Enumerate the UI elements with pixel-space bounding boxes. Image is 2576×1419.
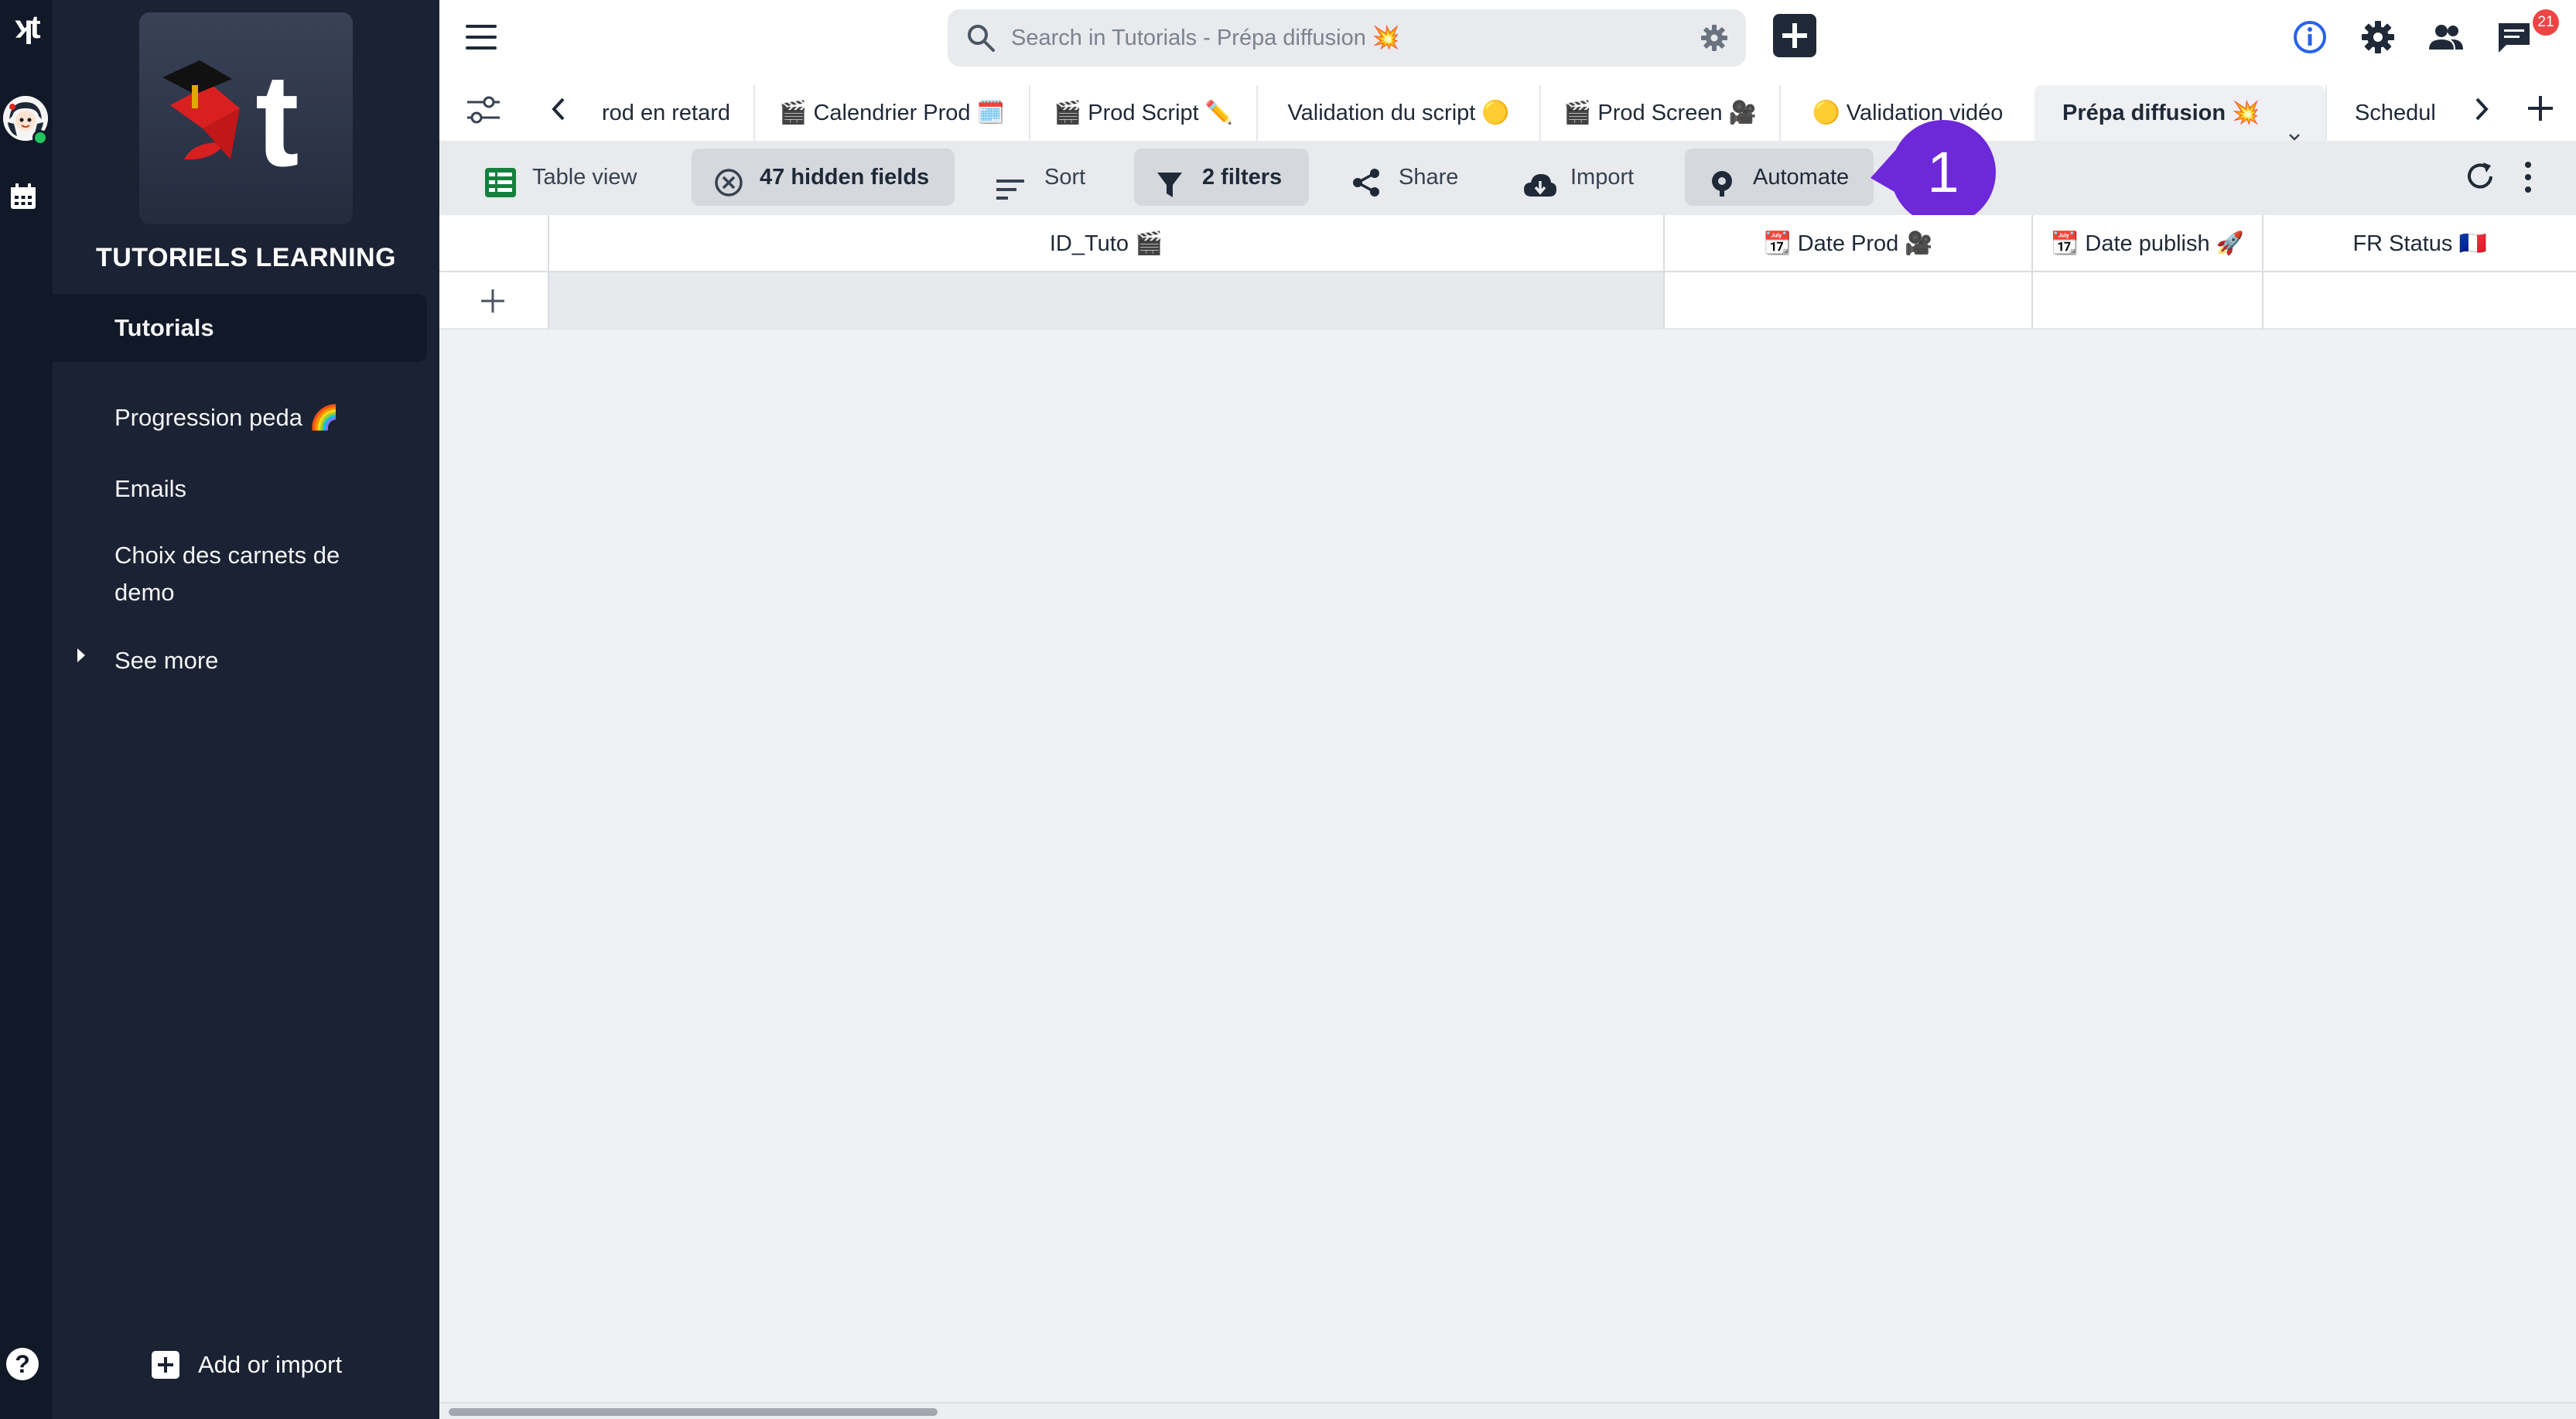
column-divider [2262, 272, 2263, 330]
grid-header-row: ID_Tuto 🎬 📆 Date Prod 🎥 📆 Date publish 🚀… [439, 215, 2576, 272]
tab-prod-script[interactable]: 🎬 Prod Script ✏️ [1029, 85, 1256, 141]
settings-gear-icon[interactable] [2359, 19, 2397, 56]
chevron-down-icon[interactable] [2288, 108, 2301, 141]
search-icon [966, 23, 996, 53]
sidebar-item-emails[interactable]: Emails [53, 470, 427, 508]
sidebar-see-more[interactable]: See more [53, 642, 427, 679]
share-button[interactable]: Share [1351, 149, 1474, 206]
column-divider [1663, 272, 1665, 330]
svg-text:t: t [255, 47, 299, 194]
tabs-scroll-area: rod en retard 🎬 Calendrier Prod 🗓️ 🎬 Pro… [602, 85, 2458, 141]
tab-validation-du-script[interactable]: Validation du script 🟡 [1256, 85, 1539, 141]
notification-badge: 21 [2533, 9, 2559, 36]
views-tab-bar: rod en retard 🎬 Calendrier Prod 🗓️ 🎬 Pro… [439, 76, 2576, 141]
hidden-fields-button[interactable]: 47 hidden fields [692, 149, 955, 206]
table-cell[interactable] [549, 272, 1663, 328]
filter-icon [1156, 164, 1184, 197]
refresh-icon[interactable] [2463, 159, 2497, 193]
horizontal-scrollbar[interactable] [439, 1402, 2576, 1419]
search-box[interactable] [948, 9, 1746, 67]
menu-icon[interactable] [464, 23, 498, 51]
plus-square-icon [152, 1351, 179, 1379]
new-row [439, 272, 2576, 330]
tab-label: 🎬 Calendrier Prod 🗓️ [779, 101, 1005, 125]
more-vertical-icon[interactable] [2523, 161, 2533, 193]
cloud-download-icon [1522, 164, 1558, 197]
tab-label: 🎬 Prod Script ✏️ [1054, 101, 1233, 125]
tab-prod-screen[interactable]: 🎬 Prod Screen 🎥 [1539, 85, 1779, 141]
share-icon [1351, 162, 1382, 197]
tab-label: Prépa diffusion 💥 [2062, 101, 2260, 125]
table-grid-icon [484, 162, 517, 197]
icon-rail: ʞt ? [0, 0, 53, 1419]
sidebar-item-progression-peda[interactable]: Progression peda 🌈 [53, 399, 427, 436]
sidebar-item-choix-des-carnets[interactable]: Choix des carnets de demo [53, 537, 378, 611]
tab-label: 🎬 Prod Screen 🎥 [1563, 101, 1757, 125]
robot-gear-icon [1707, 162, 1737, 197]
tab-prod-en-retard[interactable]: rod en retard [602, 85, 753, 141]
automate-label: Automate [1753, 165, 1850, 190]
sort-label: Sort [1044, 165, 1086, 190]
scrollbar-thumb[interactable] [449, 1408, 938, 1416]
import-button[interactable]: Import [1522, 149, 1654, 206]
users-icon[interactable] [2427, 19, 2465, 56]
sort-icon [995, 166, 1026, 200]
online-status-dot [32, 130, 48, 145]
calendar-icon[interactable] [8, 181, 39, 212]
share-label: Share [1399, 165, 1459, 190]
chat-icon[interactable] [2496, 19, 2533, 56]
circle-x-icon [713, 162, 744, 197]
table-view-label: Table view [532, 165, 637, 190]
help-icon[interactable]: ? [6, 1348, 39, 1380]
column-divider [2031, 272, 2033, 330]
add-or-import-button[interactable]: Add or import [152, 1348, 342, 1382]
column-header-date-publish[interactable]: 📆 Date publish 🚀 [2033, 215, 2262, 272]
add-or-import-label: Add or import [198, 1351, 343, 1378]
step-marker: 1 [1869, 118, 1999, 227]
table-view-button[interactable]: Table view [484, 149, 654, 206]
tab-label: Schedul [2355, 101, 2436, 125]
filters-button[interactable]: 2 filters [1134, 149, 1309, 206]
step-marker-number: 1 [1927, 140, 1959, 204]
tab-prepa-diffusion[interactable]: Prépa diffusion 💥 [2034, 85, 2325, 141]
top-bar: 21 [439, 0, 2576, 76]
workspace-name: TUTORIELS LEARNING [95, 243, 397, 272]
filters-label: 2 filters [1202, 165, 1283, 190]
view-toolbar: Table view 47 hidden fields Sort 2 filte… [439, 141, 2576, 215]
new-item-button[interactable] [1773, 14, 1816, 57]
workspace-logo: t [139, 12, 353, 224]
chevron-left-icon[interactable] [549, 96, 569, 122]
add-view-plus-icon[interactable] [2525, 93, 2556, 124]
tab-schedule[interactable]: Schedul [2325, 85, 2458, 141]
sliders-icon[interactable] [466, 93, 501, 127]
column-header-id-tuto[interactable]: ID_Tuto 🎬 [549, 215, 1663, 272]
chevron-right-icon[interactable] [2471, 96, 2491, 122]
tab-label: Validation du script 🟡 [1287, 101, 1510, 125]
automate-button[interactable]: Automate [1685, 149, 1874, 206]
hidden-fields-label: 47 hidden fields [760, 165, 930, 190]
app-logo[interactable]: ʞt [0, 8, 53, 46]
search-input[interactable] [1010, 20, 1675, 56]
tab-calendrier-prod[interactable]: 🎬 Calendrier Prod 🗓️ [753, 85, 1029, 141]
import-label: Import [1570, 165, 1635, 190]
sidebar-item-tutorials[interactable]: Tutorials [53, 294, 427, 362]
sidebar: t TUTORIELS LEARNING Tutorials Progressi… [53, 0, 439, 1419]
column-header-date-prod[interactable]: 📆 Date Prod 🎥 [1665, 215, 2031, 272]
column-header-fr-status[interactable]: FR Status 🇫🇷 [2263, 215, 2576, 272]
add-row-plus-icon[interactable] [480, 288, 506, 314]
gear-icon[interactable] [1700, 23, 1729, 53]
info-icon[interactable] [2291, 19, 2328, 56]
sort-button[interactable]: Sort [995, 149, 1103, 206]
tab-label: rod en retard [602, 101, 731, 125]
